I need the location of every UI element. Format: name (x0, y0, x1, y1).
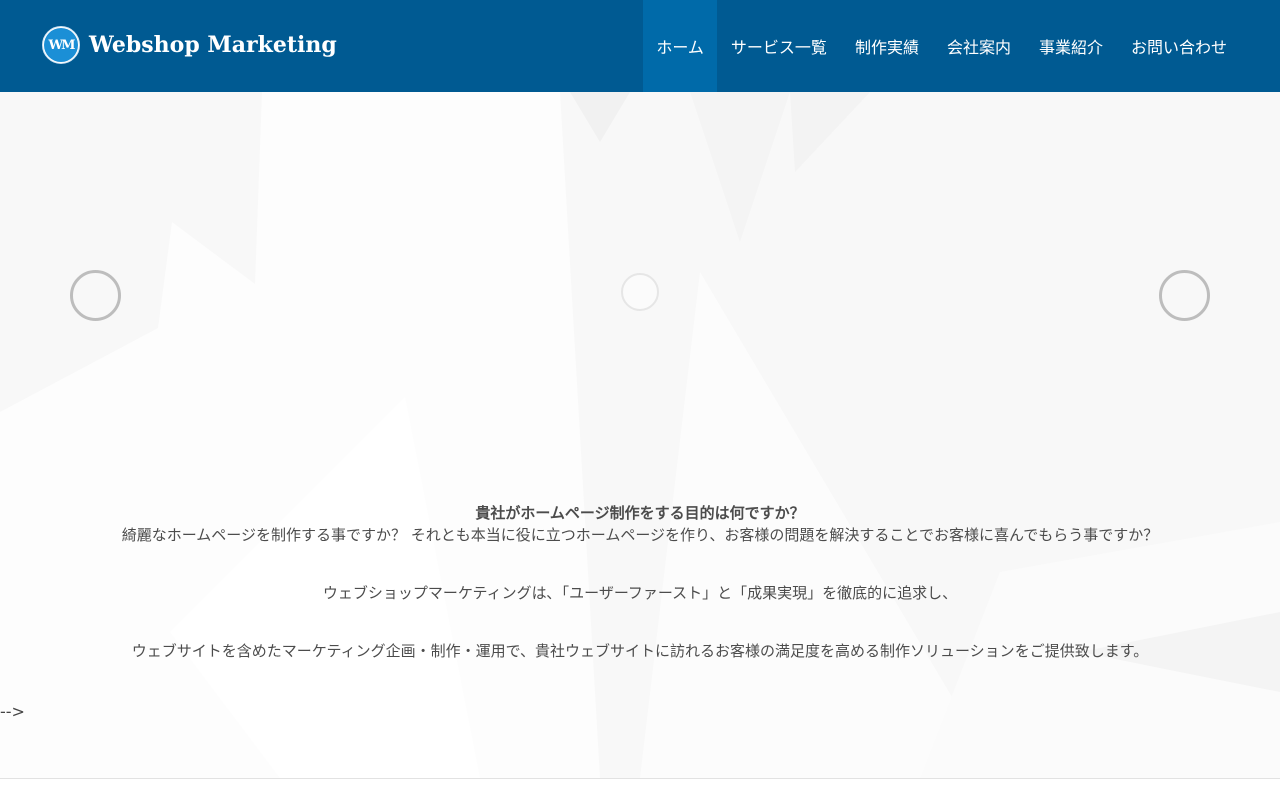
slider-loader-icon (621, 273, 659, 311)
main-nav: ホーム サービス一覧 制作実績 会社案内 事業紹介 お問い合わせ (643, 0, 1241, 92)
intro-text: 貴社がホームページ制作をする目的は何ですか？ 綺麗なホームページを制作する事です… (0, 502, 1280, 662)
hero-background (0, 92, 1280, 778)
stray-comment-text: --> (0, 702, 25, 721)
nav-item-business[interactable]: 事業紹介 (1025, 0, 1117, 92)
nav-item-services[interactable]: サービス一覧 (717, 0, 841, 92)
logo-mark-icon: WM (42, 26, 80, 64)
hero-slider: 貴社がホームページ制作をする目的は何ですか？ 綺麗なホームページを制作する事です… (0, 92, 1280, 778)
intro-paragraph-2: ウェブショップマーケティングは､「ユーザーファースト」と「成果実現」を徹底的に追… (322, 584, 958, 602)
nav-item-home[interactable]: ホーム (643, 0, 717, 92)
intro-paragraph-1: 綺麗なホームページを制作する事ですか？ それとも本当に役に立つホームページを作り… (121, 526, 1159, 544)
nav-item-company[interactable]: 会社案内 (933, 0, 1025, 92)
site-header: WM Webshop Marketing ホーム サービス一覧 制作実績 会社案… (0, 0, 1280, 92)
slider-prev-button[interactable] (70, 270, 121, 321)
nav-item-works[interactable]: 制作実績 (841, 0, 933, 92)
site-logo[interactable]: WM Webshop Marketing (42, 26, 337, 64)
nav-item-contact[interactable]: お問い合わせ (1117, 0, 1241, 92)
logo-text: Webshop Marketing (89, 32, 337, 58)
slider-next-button[interactable] (1159, 270, 1210, 321)
intro-heading: 貴社がホームページ制作をする目的は何ですか？ (475, 504, 805, 522)
below-fold-area (0, 779, 1280, 800)
intro-paragraph-3: ウェブサイトを含めたマーケティング企画・制作・運用で、貴社ウェブサイトに訪れるお… (131, 642, 1149, 660)
